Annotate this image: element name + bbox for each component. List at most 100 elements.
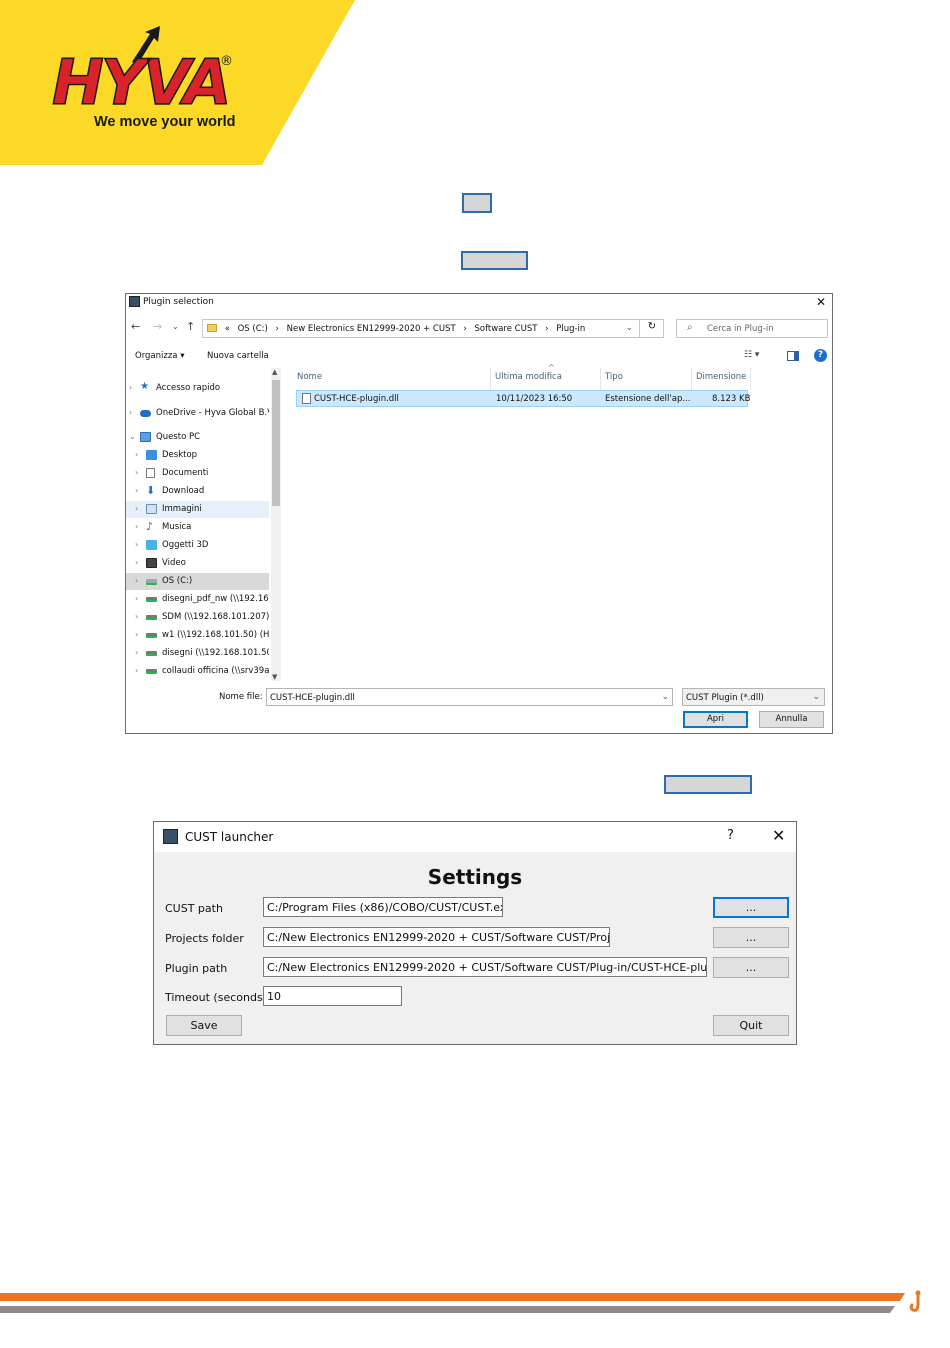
chevron-right-icon[interactable]: ›: [129, 383, 132, 392]
chevron-right-icon[interactable]: ›: [135, 666, 138, 675]
network-drive-icon: [146, 651, 157, 656]
column-header-name[interactable]: Nome: [297, 372, 322, 382]
nav-item-this-pc[interactable]: ⌄ Questo PC: [126, 429, 269, 446]
nav-item-network-drive[interactable]: › disegni (\\192.168.101.50) (: [126, 645, 269, 662]
breadcrumb-new-electronics[interactable]: New Electronics EN12999-2020 + CUST: [287, 324, 456, 334]
projects-folder-browse-button[interactable]: ...: [713, 927, 789, 948]
help-icon[interactable]: ?: [814, 349, 827, 362]
chevron-down-icon: ⌄: [812, 692, 820, 702]
nav-item-desktop[interactable]: › Desktop: [126, 447, 269, 464]
scrollbar-thumb[interactable]: [272, 380, 280, 506]
chevron-right-icon[interactable]: ›: [135, 594, 138, 603]
chevron-right-icon[interactable]: ›: [135, 522, 138, 531]
up-arrow-icon[interactable]: ↑: [186, 320, 195, 333]
plugin-path-input[interactable]: C:/New Electronics EN12999-2020 + CUST/S…: [263, 957, 707, 977]
nav-item-network-drive[interactable]: › collaudi officina (\\srv39ap: [126, 663, 269, 680]
filename-label: Nome file:: [219, 692, 263, 702]
column-header-type[interactable]: Tipo: [605, 372, 623, 382]
nav-item-network-drive[interactable]: › SDM (\\192.168.101.207) (G: [126, 609, 269, 626]
nav-item-3d-objects[interactable]: › Oggetti 3D: [126, 537, 269, 554]
back-arrow-icon[interactable]: ←: [131, 320, 140, 333]
chevron-right-icon[interactable]: ›: [135, 630, 138, 639]
nav-pane-scrollbar[interactable]: ▲ ▼: [271, 368, 281, 681]
nav-item-download[interactable]: › ⬇ Download: [126, 483, 269, 500]
address-bar[interactable]: « OS (C:) › New Electronics EN12999-2020…: [202, 319, 664, 338]
breadcrumb-plugin[interactable]: Plug-in: [556, 324, 585, 334]
scroll-up-icon[interactable]: ▲: [272, 368, 277, 376]
network-drive-icon: [146, 597, 157, 602]
recent-dropdown-icon[interactable]: ⌄: [172, 322, 179, 331]
navigation-row: ← → ⌄ ↑ « OS (C:) › New Electronics EN12…: [126, 316, 832, 338]
nav-item-onedrive[interactable]: › OneDrive - Hyva Global B.V: [126, 405, 269, 422]
save-button[interactable]: Save: [166, 1015, 242, 1036]
nav-item-network-drive[interactable]: › w1 (\\192.168.101.50) (H:): [126, 627, 269, 644]
chevron-right-icon[interactable]: ›: [135, 540, 138, 549]
nav-item-os-drive[interactable]: › OS (C:): [126, 573, 269, 590]
nav-item-music[interactable]: › ♪ Musica: [126, 519, 269, 536]
timeout-input[interactable]: 10: [263, 986, 402, 1006]
plugin-path-label: Plugin path: [165, 962, 228, 975]
chevron-right-icon[interactable]: ›: [135, 450, 138, 459]
filename-input[interactable]: CUST-HCE-plugin.dll ⌄: [266, 688, 673, 706]
quit-button[interactable]: Quit: [713, 1015, 789, 1036]
logo-tagline: We move your world: [94, 114, 236, 130]
plugin-path-browse-button[interactable]: ...: [713, 957, 789, 978]
timeout-label: Timeout (seconds): [165, 991, 267, 1004]
refresh-icon[interactable]: ↻: [639, 319, 664, 338]
filetype-select[interactable]: CUST Plugin (*.dll) ⌄: [682, 688, 825, 706]
forward-arrow-icon[interactable]: →: [153, 320, 162, 333]
projects-folder-input[interactable]: C:/New Electronics EN12999-2020 + CUST/S…: [263, 927, 610, 947]
chevron-down-icon[interactable]: ⌄: [129, 432, 136, 441]
file-row[interactable]: CUST-HCE-plugin.dll 10/11/2023 16:50 Est…: [296, 390, 750, 407]
app-icon: [163, 829, 178, 844]
chevron-right-icon[interactable]: ›: [135, 558, 138, 567]
breadcrumb-overflow[interactable]: «: [225, 324, 230, 334]
document-icon: [146, 468, 155, 478]
cancel-button[interactable]: Annulla: [759, 711, 824, 728]
open-button[interactable]: Apri: [683, 711, 748, 728]
column-header-size[interactable]: Dimensione: [696, 372, 746, 382]
close-icon[interactable]: ✕: [772, 826, 785, 845]
scroll-down-icon[interactable]: ▼: [272, 673, 277, 681]
breadcrumb-os[interactable]: OS (C:): [238, 324, 268, 334]
chevron-right-icon[interactable]: ›: [135, 486, 138, 495]
cust-path-input[interactable]: C:/Program Files (x86)/COBO/CUST/CUST.ex…: [263, 897, 503, 917]
dialog-title: Plugin selection: [143, 297, 214, 307]
new-folder-button[interactable]: Nuova cartella: [207, 351, 269, 361]
chevron-right-icon[interactable]: ›: [135, 468, 138, 477]
logo-registered-mark: ®: [220, 54, 233, 69]
settings-heading: Settings: [427, 865, 523, 889]
chevron-right-icon[interactable]: ›: [129, 408, 132, 417]
search-input[interactable]: ⌕ Cerca in Plug-in: [676, 319, 828, 338]
view-options-icon[interactable]: ☷ ▾: [744, 350, 759, 360]
nav-item-label: Documenti: [162, 468, 209, 478]
chevron-right-icon[interactable]: ›: [135, 612, 138, 621]
organize-button[interactable]: Organizza ▾: [135, 351, 185, 361]
chevron-down-icon[interactable]: ⌄: [625, 323, 633, 333]
video-icon: [146, 558, 157, 568]
window-title: CUST launcher: [185, 830, 274, 844]
network-drive-icon: [146, 633, 157, 638]
chevron-right-icon[interactable]: ›: [135, 504, 138, 513]
chevron-right-icon[interactable]: ›: [135, 576, 138, 585]
preview-pane-icon[interactable]: [787, 351, 799, 361]
breadcrumb-software-cust[interactable]: Software CUST: [474, 324, 537, 334]
close-icon[interactable]: ✕: [816, 295, 826, 309]
star-icon: ★: [140, 381, 149, 392]
nav-item-label: SDM (\\192.168.101.207) (G: [162, 612, 269, 622]
chevron-down-icon[interactable]: ⌄: [661, 692, 669, 702]
nav-item-video[interactable]: › Video: [126, 555, 269, 572]
help-icon[interactable]: ?: [727, 828, 734, 843]
nav-item-images[interactable]: › Immagini: [126, 501, 269, 518]
dialog-titlebar: Plugin selection ✕: [126, 294, 832, 311]
footer-hook-icon: [909, 1290, 921, 1312]
column-header-modified[interactable]: Ultima modifica: [495, 372, 562, 382]
chevron-right-icon[interactable]: ›: [135, 648, 138, 657]
nav-item-network-drive[interactable]: › disegni_pdf_nw (\\192.168.1: [126, 591, 269, 608]
nav-item-documents[interactable]: › Documenti: [126, 465, 269, 482]
nav-item-label: Accesso rapido: [156, 383, 221, 393]
desktop-icon: [146, 450, 157, 460]
highlight-box-wide: [664, 775, 752, 794]
cust-path-browse-button[interactable]: ...: [713, 897, 789, 918]
nav-item-quick-access[interactable]: › ★ Accesso rapido: [126, 380, 269, 397]
